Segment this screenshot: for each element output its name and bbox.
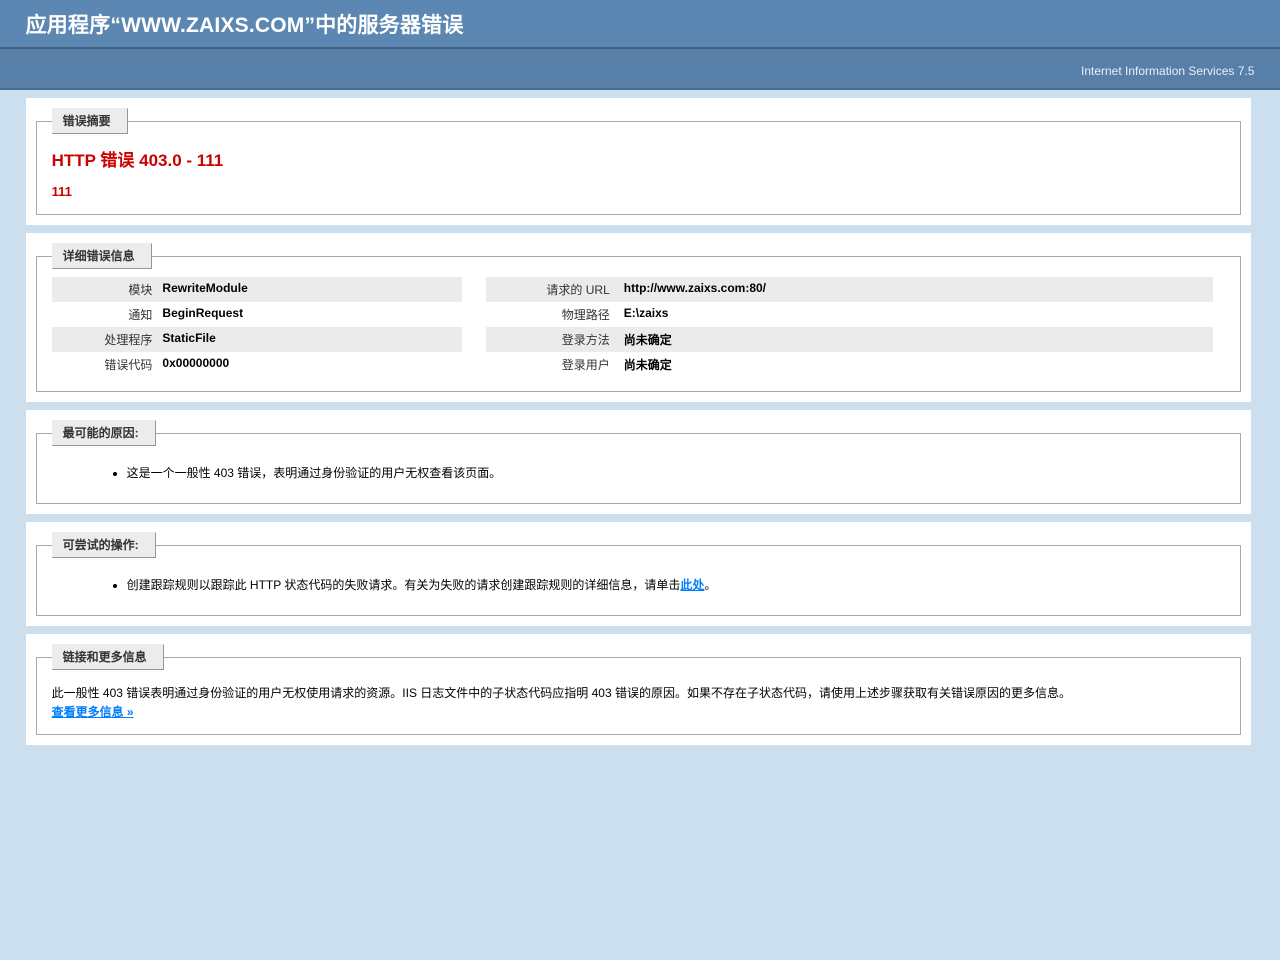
server-version-bar: Internet Information Services 7.5 [0,49,1280,90]
links-panel: 链接和更多信息 此一般性 403 错误表明通过身份验证的用户无权使用请求的资源。… [26,634,1251,745]
row-value: http://www.zaixs.com:80/ [624,277,1213,302]
table-row: 错误代码 0x00000000 [52,352,463,377]
list-item: 创建跟踪规则以跟踪此 HTTP 状态代码的失败请求。有关为失败的请求创建跟踪规则… [127,576,1225,593]
causes-legend: 最可能的原因: [52,420,156,446]
row-value: E:\zaixs [624,302,1213,327]
links-paragraph: 此一般性 403 错误表明通过身份验证的用户无权使用请求的资源。IIS 日志文件… [52,684,1225,701]
row-label: 登录用户 [486,352,624,377]
row-value: 尚未确定 [624,327,1213,352]
more-info-link[interactable]: 查看更多信息 » [52,705,134,719]
table-row: 物理路径 E:\zaixs [486,302,1213,327]
page-title: 应用程序“WWW.ZAIXS.COM”中的服务器错误 [26,9,1255,39]
error-title: HTTP 错误 403.0 - 111 [52,146,1225,171]
actions-fieldset: 可尝试的操作: 创建跟踪规则以跟踪此 HTTP 状态代码的失败请求。有关为失败的… [36,532,1241,616]
error-summary-legend: 错误摘要 [52,108,128,134]
details-left-column: 模块 RewriteModule 通知 BeginRequest 处理程序 St… [52,269,463,381]
row-label: 通知 [52,302,163,327]
row-label: 错误代码 [52,352,163,377]
table-row: 模块 RewriteModule [52,277,463,302]
table-row: 登录方法 尚未确定 [486,327,1213,352]
row-label: 登录方法 [486,327,624,352]
detailed-error-panel: 详细错误信息 模块 RewriteModule 通知 BeginRequest [26,233,1251,402]
details-right-table: 请求的 URL http://www.zaixs.com:80/ 物理路径 E:… [486,277,1213,377]
table-row: 登录用户 尚未确定 [486,352,1213,377]
actions-legend: 可尝试的操作: [52,532,156,558]
row-value: 尚未确定 [624,352,1213,377]
actions-panel: 可尝试的操作: 创建跟踪规则以跟踪此 HTTP 状态代码的失败请求。有关为失败的… [26,522,1251,626]
here-link[interactable]: 此处 [680,578,704,592]
links-fieldset: 链接和更多信息 此一般性 403 错误表明通过身份验证的用户无权使用请求的资源。… [36,644,1241,735]
row-label: 模块 [52,277,163,302]
table-row: 请求的 URL http://www.zaixs.com:80/ [486,277,1213,302]
actions-list: 创建跟踪规则以跟踪此 HTTP 状态代码的失败请求。有关为失败的请求创建跟踪规则… [127,576,1225,593]
error-summary-fieldset: 错误摘要 HTTP 错误 403.0 - 111 111 [36,108,1241,215]
row-label: 处理程序 [52,327,163,352]
causes-fieldset: 最可能的原因: 这是一个一般性 403 错误，表明通过身份验证的用户无权查看该页… [36,420,1241,504]
list-item: 这是一个一般性 403 错误，表明通过身份验证的用户无权查看该页面。 [127,464,1225,481]
table-row: 处理程序 StaticFile [52,327,463,352]
row-value: StaticFile [162,327,462,352]
links-legend: 链接和更多信息 [52,644,164,670]
error-summary-panel: 错误摘要 HTTP 错误 403.0 - 111 111 [26,98,1251,225]
row-label: 请求的 URL [486,277,624,302]
causes-panel: 最可能的原因: 这是一个一般性 403 错误，表明通过身份验证的用户无权查看该页… [26,410,1251,514]
content-area: 错误摘要 HTTP 错误 403.0 - 111 111 详细错误信息 模块 R… [26,98,1251,765]
row-label: 物理路径 [486,302,624,327]
details-left-table: 模块 RewriteModule 通知 BeginRequest 处理程序 St… [52,277,463,377]
row-value: 0x00000000 [162,352,462,377]
detailed-error-fieldset: 详细错误信息 模块 RewriteModule 通知 BeginRequest [36,243,1241,392]
server-version-text: Internet Information Services 7.5 [1081,64,1254,78]
detailed-error-legend: 详细错误信息 [52,243,152,269]
causes-list: 这是一个一般性 403 错误，表明通过身份验证的用户无权查看该页面。 [127,464,1225,481]
action-text: 创建跟踪规则以跟踪此 HTTP 状态代码的失败请求。有关为失败的请求创建跟踪规则… [127,578,681,592]
row-value: BeginRequest [162,302,462,327]
action-text-suffix: 。 [704,578,716,592]
page-header: 应用程序“WWW.ZAIXS.COM”中的服务器错误 [0,0,1280,49]
table-row: 通知 BeginRequest [52,302,463,327]
row-value: RewriteModule [162,277,462,302]
error-subtitle: 111 [52,184,1225,199]
details-columns: 模块 RewriteModule 通知 BeginRequest 处理程序 St… [52,269,1225,381]
details-right-column: 请求的 URL http://www.zaixs.com:80/ 物理路径 E:… [486,269,1213,381]
more-link-line: 查看更多信息 » [52,703,1225,720]
